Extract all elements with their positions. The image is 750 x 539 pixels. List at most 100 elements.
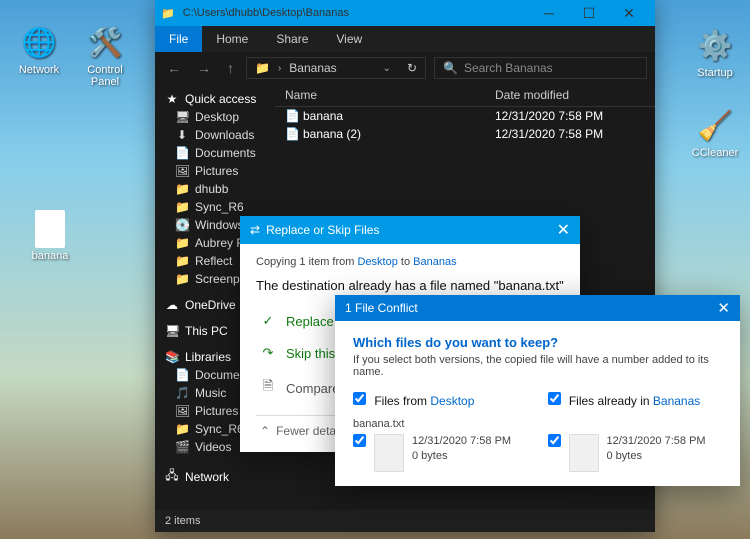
desktop-icon-ccleaner[interactable]: 🧹 CCleaner xyxy=(685,105,745,159)
dst-link[interactable]: Bananas xyxy=(653,394,700,408)
pc-icon: 🖥 xyxy=(165,324,179,338)
titlebar[interactable]: 📁 C:\Users\dhubb\Desktop\Bananas ─ ☐ ✕ xyxy=(155,0,655,26)
refresh-button[interactable]: ↻ xyxy=(407,61,417,75)
nav-bar: ← → ↑ 📁 › Bananas ⌄ ↻ 🔍 Search Bananas xyxy=(155,52,655,84)
desktop-icon-control-panel[interactable]: 🛠️ Control Panel xyxy=(75,22,135,88)
sidebar-item-sync[interactable]: 📁Sync_R6 xyxy=(155,198,275,216)
document-icon: 📄 xyxy=(175,368,189,382)
sidebar-item-downloads[interactable]: ⬇Downloads xyxy=(155,126,275,144)
desktop-icon-network[interactable]: 🌐 Network xyxy=(9,22,69,76)
tab-share[interactable]: Share xyxy=(262,26,322,52)
tab-home[interactable]: Home xyxy=(202,26,262,52)
forward-button[interactable]: → xyxy=(193,60,215,76)
col-name[interactable]: Name xyxy=(285,88,495,102)
icon-label: CCleaner xyxy=(685,147,745,159)
controlpanel-icon: 🛠️ xyxy=(85,22,125,62)
file-date: 12/31/2020 7:58 PM xyxy=(412,434,511,449)
network-icon: 🖧 xyxy=(165,466,179,487)
breadcrumb-segment[interactable]: Bananas xyxy=(289,61,336,75)
sidebar-item-documents[interactable]: 📄Documents xyxy=(155,144,275,162)
breadcrumb[interactable]: 📁 › Bananas ⌄ ↻ xyxy=(246,57,426,79)
folder-icon: 📁 xyxy=(255,61,270,75)
file-version-dst[interactable]: 12/31/2020 7:58 PM 0 bytes xyxy=(548,434,723,472)
checkbox[interactable] xyxy=(548,434,561,447)
src-link[interactable]: Desktop xyxy=(357,256,397,268)
sidebar-item-desktop[interactable]: 🖥Desktop xyxy=(155,108,275,126)
col-date[interactable]: Date modified xyxy=(495,88,645,102)
conflict-filename: banana.txt xyxy=(353,418,722,430)
dialog-titlebar[interactable]: ⇄ Replace or Skip Files ✕ xyxy=(240,216,580,244)
desktop-icon-startup[interactable]: ⚙️ Startup xyxy=(685,25,745,79)
file-row[interactable]: 📄 banana (2) 12/31/2020 7:58 PM xyxy=(275,125,655,143)
item-count: 2 items xyxy=(165,515,200,527)
check-icon: ✓ xyxy=(260,313,276,329)
music-icon: 🎵 xyxy=(175,386,189,400)
file-size: 0 bytes xyxy=(412,449,511,464)
tab-view[interactable]: View xyxy=(322,26,376,52)
file-name: banana xyxy=(303,109,495,123)
search-input[interactable]: 🔍 Search Bananas xyxy=(434,57,647,79)
maximize-button[interactable]: ☐ xyxy=(569,5,609,22)
file-version-src[interactable]: 12/31/2020 7:58 PM 0 bytes xyxy=(353,434,528,472)
picture-icon: 🖼 xyxy=(175,404,189,418)
src-link[interactable]: Desktop xyxy=(430,394,474,408)
close-button[interactable]: ✕ xyxy=(557,220,570,240)
ribbon: File Home Share View xyxy=(155,26,655,52)
search-icon: 🔍 xyxy=(443,61,458,75)
close-button[interactable]: ✕ xyxy=(717,299,730,317)
minimize-button[interactable]: ─ xyxy=(529,5,569,22)
files-in-checkbox[interactable]: Files already in Bananas xyxy=(548,392,723,408)
chevron-up-icon: ⌃ xyxy=(260,424,270,438)
icon-label: Startup xyxy=(685,67,745,79)
checkbox[interactable] xyxy=(548,392,561,405)
checkbox[interactable] xyxy=(353,392,366,405)
icon-label: banana xyxy=(20,250,80,262)
picture-icon: 🖼 xyxy=(175,164,189,178)
chevron-down-icon[interactable]: ⌄ xyxy=(381,63,393,74)
file-date: 12/31/2020 7:58 PM xyxy=(607,434,706,449)
dst-link[interactable]: Bananas xyxy=(413,256,456,268)
file-conflict-dialog: 1 File Conflict ✕ Which files do you wan… xyxy=(335,295,740,486)
conflict-message: The destination already has a file named… xyxy=(256,278,564,293)
tab-file[interactable]: File xyxy=(155,26,202,52)
folder-icon: 📁 xyxy=(175,182,189,196)
file-date: 12/31/2020 7:58 PM xyxy=(495,109,645,123)
sidebar-network[interactable]: 🖧Network xyxy=(155,464,275,489)
file-row[interactable]: 📄 banana 12/31/2020 7:58 PM xyxy=(275,107,655,125)
checkbox[interactable] xyxy=(353,434,366,447)
download-icon: ⬇ xyxy=(175,128,189,142)
dialog-title: 1 File Conflict xyxy=(345,301,418,315)
back-button[interactable]: ← xyxy=(163,60,185,76)
folder-icon: 📁 xyxy=(175,236,189,250)
document-icon: 📄 xyxy=(175,146,189,160)
compare-icon: 🗎 xyxy=(260,377,276,399)
library-icon: 📚 xyxy=(165,350,179,364)
folder-icon: 📁 xyxy=(175,200,189,214)
icon-label: Network xyxy=(9,64,69,76)
title-path: C:\Users\dhubb\Desktop\Bananas xyxy=(183,7,349,19)
desktop-icon: 🖥 xyxy=(175,110,189,124)
folder-icon: 📁 xyxy=(161,7,175,20)
star-icon: ★ xyxy=(165,92,179,106)
close-button[interactable]: ✕ xyxy=(609,5,649,22)
textfile-icon: 📄 xyxy=(285,109,303,123)
dialog-title: Replace or Skip Files xyxy=(266,223,379,237)
cloud-icon: ☁ xyxy=(165,298,179,312)
file-thumbnail-icon xyxy=(569,434,599,472)
files-from-checkbox[interactable]: Files from Desktop xyxy=(353,392,528,408)
copying-text: Copying 1 item from Desktop to Bananas xyxy=(256,256,564,268)
ccleaner-icon: 🧹 xyxy=(695,105,735,145)
dialog-titlebar[interactable]: 1 File Conflict ✕ xyxy=(335,295,740,321)
drive-icon: 💽 xyxy=(175,218,189,232)
sidebar-item-dhubb[interactable]: 📁dhubb xyxy=(155,180,275,198)
conflict-question: Which files do you want to keep? xyxy=(353,335,722,350)
globe-icon: 🌐 xyxy=(19,22,59,62)
sidebar-quick-access[interactable]: ★Quick access xyxy=(155,90,275,108)
textfile-icon: 📄 xyxy=(285,127,303,141)
file-thumbnail-icon xyxy=(374,434,404,472)
file-size: 0 bytes xyxy=(607,449,706,464)
desktop-icon-banana[interactable]: banana xyxy=(20,210,80,262)
folder-icon: 📁 xyxy=(175,272,189,286)
up-button[interactable]: ↑ xyxy=(223,60,238,76)
sidebar-item-pictures[interactable]: 🖼Pictures xyxy=(155,162,275,180)
